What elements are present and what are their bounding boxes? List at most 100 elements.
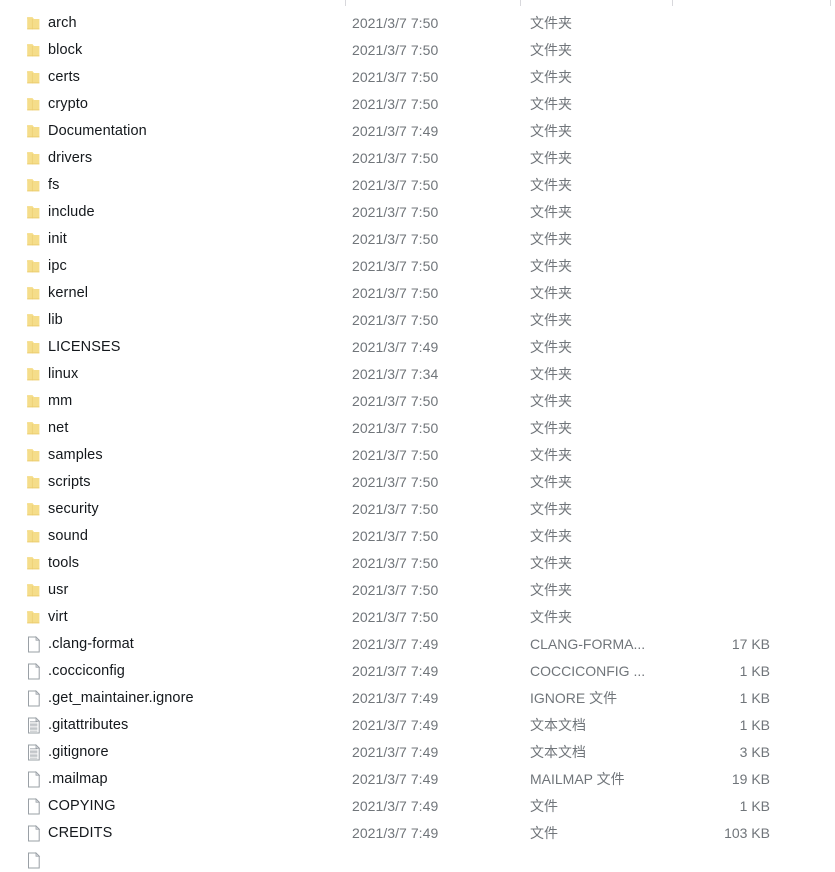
cell-name[interactable]: arch (26, 10, 326, 37)
file-name-label: net (48, 420, 69, 436)
cell-name[interactable]: .cocciconfig (26, 658, 326, 685)
cell-name[interactable]: samples (26, 442, 326, 469)
cell-name[interactable]: linux (26, 361, 326, 388)
table-row[interactable]: .gitignore 2021/3/7 7:49 文本文档 3 KB (0, 739, 835, 766)
folder-icon (26, 555, 44, 572)
cell-name[interactable]: init (26, 226, 326, 253)
folder-icon (26, 501, 44, 518)
cell-name[interactable]: include (26, 199, 326, 226)
cell-name[interactable]: crypto (26, 91, 326, 118)
cell-name[interactable]: .mailmap (26, 766, 326, 793)
file-date-label: 2021/3/7 7:50 (352, 474, 439, 490)
table-row[interactable]: .get_maintainer.ignore 2021/3/7 7:49 IGNOR… (0, 685, 835, 712)
file-name-label: .get_maintainer.ignore (48, 690, 194, 706)
table-row[interactable]: tools 2021/3/7 7:50 文件夹 (0, 550, 835, 577)
file-size-label: 1 KB (739, 717, 770, 733)
table-row[interactable]: drivers 2021/3/7 7:50 文件夹 (0, 145, 835, 172)
table-row[interactable]: Documentation 2021/3/7 7:49 文件夹 (0, 118, 835, 145)
table-row[interactable]: .gitattributes 2021/3/7 7:49 文本文档 1 KB (0, 712, 835, 739)
file-size-label: 17 KB (731, 636, 770, 652)
table-row[interactable]: linux 2021/3/7 7:34 文件夹 (0, 361, 835, 388)
cell-name[interactable]: sound (26, 523, 326, 550)
file-name-label: tools (48, 555, 80, 571)
table-row[interactable]: mm 2021/3/7 7:50 文件夹 (0, 388, 835, 415)
table-row[interactable]: .mailmap 2021/3/7 7:49 MAILMAP 文件 19 KB (0, 766, 835, 793)
table-row[interactable]: kernel 2021/3/7 7:50 文件夹 (0, 280, 835, 307)
file-size-label (660, 604, 770, 631)
table-row[interactable]: fs 2021/3/7 7:50 文件夹 (0, 172, 835, 199)
table-row[interactable]: usr 2021/3/7 7:50 文件夹 (0, 577, 835, 604)
table-row[interactable]: block 2021/3/7 7:50 文件夹 (0, 37, 835, 64)
table-row[interactable]: arch 2021/3/7 7:50 文件夹 (0, 10, 835, 37)
column-divider-3[interactable] (830, 0, 831, 6)
cell-name[interactable]: COPYING (26, 793, 326, 820)
column-divider-1[interactable] (520, 0, 521, 6)
folder-icon (26, 339, 44, 356)
folder-icon (26, 528, 44, 545)
file-list[interactable]: arch 2021/3/7 7:50 文件夹 block 2021/3/7 7:50 文件… (0, 10, 835, 872)
table-row[interactable]: net 2021/3/7 7:50 文件夹 (0, 415, 835, 442)
table-row[interactable]: virt 2021/3/7 7:50 文件夹 (0, 604, 835, 631)
table-row[interactable]: .cocciconfig 2021/3/7 7:49 COCCICONFIG ...… (0, 658, 835, 685)
file-name-label: security (48, 501, 99, 517)
table-row[interactable]: .clang-format 2021/3/7 7:49 CLANG-FORMA...… (0, 631, 835, 658)
table-row[interactable]: certs 2021/3/7 7:50 文件夹 (0, 64, 835, 91)
cell-name[interactable]: .gitignore (26, 739, 326, 766)
table-row[interactable] (0, 847, 835, 872)
file-size-label (660, 523, 770, 550)
cell-name[interactable]: drivers (26, 145, 326, 172)
cell-name[interactable]: .gitattributes (26, 712, 326, 739)
table-row[interactable]: LICENSES 2021/3/7 7:49 文件夹 (0, 334, 835, 361)
file-type-label: 文件夹 (530, 15, 572, 31)
file-blank-icon (26, 636, 44, 653)
file-name-label: .clang-format (48, 636, 134, 652)
file-name-label: lib (48, 312, 63, 328)
file-date-label: 2021/3/7 7:49 (352, 339, 439, 355)
cell-name[interactable]: usr (26, 577, 326, 604)
cell-name[interactable]: net (26, 415, 326, 442)
cell-name[interactable]: mm (26, 388, 326, 415)
file-blank-icon (26, 663, 44, 680)
cell-name[interactable]: certs (26, 64, 326, 91)
table-row[interactable]: samples 2021/3/7 7:50 文件夹 (0, 442, 835, 469)
table-row[interactable]: init 2021/3/7 7:50 文件夹 (0, 226, 835, 253)
file-date-label: 2021/3/7 7:50 (352, 447, 439, 463)
file-date-label: 2021/3/7 7:50 (352, 204, 439, 220)
cell-name[interactable]: LICENSES (26, 334, 326, 361)
cell-name[interactable]: kernel (26, 280, 326, 307)
table-row[interactable]: ipc 2021/3/7 7:50 文件夹 (0, 253, 835, 280)
file-name-label: samples (48, 447, 103, 463)
column-divider-2[interactable] (672, 0, 673, 6)
table-row[interactable]: CREDITS 2021/3/7 7:49 文件 103 KB (0, 820, 835, 847)
file-date-label: 2021/3/7 7:50 (352, 555, 439, 571)
cell-name[interactable]: fs (26, 172, 326, 199)
table-row[interactable]: crypto 2021/3/7 7:50 文件夹 (0, 91, 835, 118)
file-size-label (660, 442, 770, 469)
cell-name[interactable]: .get_maintainer.ignore (26, 685, 326, 712)
cell-name[interactable]: virt (26, 604, 326, 631)
folder-icon (26, 69, 44, 86)
cell-name[interactable]: Documentation (26, 118, 326, 145)
file-size-label (660, 118, 770, 145)
table-row[interactable]: scripts 2021/3/7 7:50 文件夹 (0, 469, 835, 496)
cell-name[interactable]: ipc (26, 253, 326, 280)
file-blank-icon (26, 771, 44, 788)
cell-name[interactable]: security (26, 496, 326, 523)
table-row[interactable]: sound 2021/3/7 7:50 文件夹 (0, 523, 835, 550)
cell-name[interactable]: scripts (26, 469, 326, 496)
cell-name[interactable]: .clang-format (26, 631, 326, 658)
file-name-label: LICENSES (48, 339, 121, 355)
table-row[interactable]: include 2021/3/7 7:50 文件夹 (0, 199, 835, 226)
column-divider-0[interactable] (345, 0, 346, 6)
cell-name[interactable] (26, 847, 326, 872)
table-row[interactable]: lib 2021/3/7 7:50 文件夹 (0, 307, 835, 334)
table-row[interactable]: security 2021/3/7 7:50 文件夹 (0, 496, 835, 523)
cell-name[interactable]: tools (26, 550, 326, 577)
file-type-label: 文件夹 (530, 339, 572, 355)
cell-name[interactable]: lib (26, 307, 326, 334)
cell-name[interactable]: CREDITS (26, 820, 326, 847)
table-row[interactable]: COPYING 2021/3/7 7:49 文件 1 KB (0, 793, 835, 820)
file-name-label: kernel (48, 285, 89, 301)
file-date-label: 2021/3/7 7:50 (352, 285, 439, 301)
cell-name[interactable]: block (26, 37, 326, 64)
